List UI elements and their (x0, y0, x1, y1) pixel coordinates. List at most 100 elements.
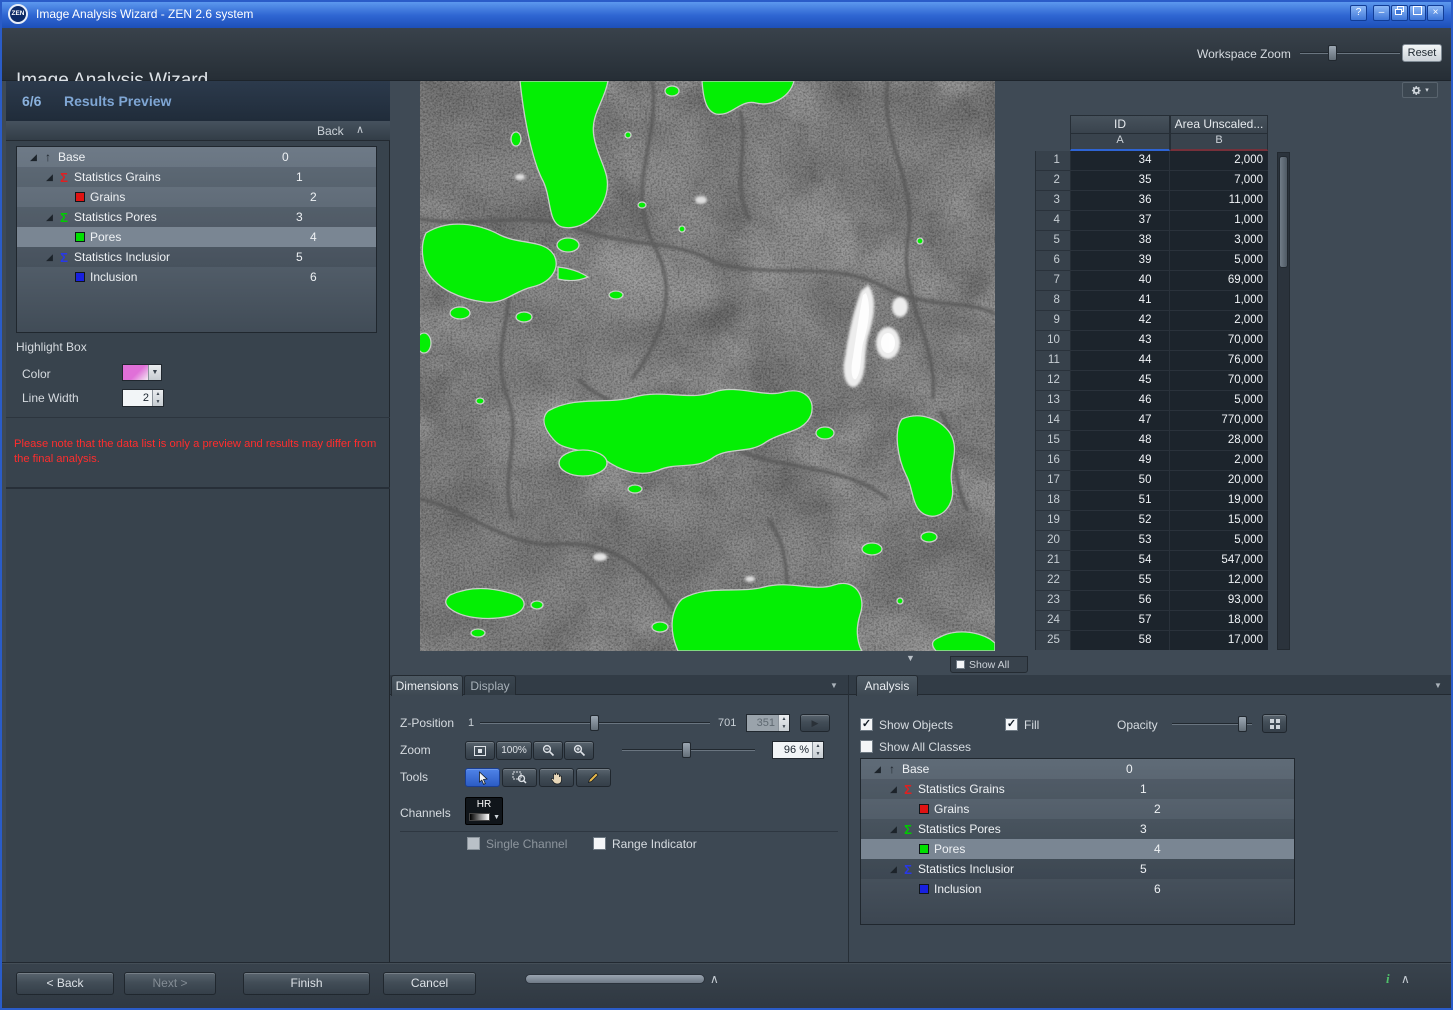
range-indicator-checkbox[interactable] (593, 837, 606, 850)
show-all-classes-checkbox[interactable] (860, 740, 873, 753)
z-play-button[interactable]: ▶ (800, 714, 830, 732)
result-row[interactable]: 2357,000 (1036, 171, 1268, 191)
chevron-down-icon[interactable]: ▼ (148, 365, 161, 380)
column-header-id[interactable]: ID (1070, 115, 1170, 134)
result-row[interactable]: 175020,000 (1036, 471, 1268, 491)
result-row[interactable]: 9422,000 (1036, 311, 1268, 331)
result-row[interactable]: 185119,000 (1036, 491, 1268, 511)
tree-expander-icon[interactable]: ◢ (887, 784, 900, 795)
spinner-up-icon[interactable]: ▲ (813, 742, 823, 750)
result-row[interactable]: 74069,000 (1036, 271, 1268, 291)
opacity-slider[interactable] (1172, 716, 1252, 731)
class-tree-item-statistics-pores[interactable]: ◢ΣStatistics Pores3 (17, 207, 376, 227)
show-all-toggle[interactable]: Show All (950, 656, 1028, 673)
tool-zoom-region-button[interactable] (502, 768, 537, 787)
result-row[interactable]: 5383,000 (1036, 231, 1268, 251)
image-panel-collapse-icon[interactable]: ▼ (906, 653, 915, 663)
highlight-color-picker[interactable]: ▼ (122, 364, 162, 381)
back-section-bar[interactable]: Back ∧ (6, 121, 390, 141)
spinner-arrows[interactable]: ▲▼ (152, 390, 163, 406)
panel-resize-handle[interactable] (525, 974, 705, 984)
results-table-body[interactable]: 1342,0002357,00033611,0004371,0005383,00… (1035, 151, 1268, 650)
result-row[interactable]: 4371,000 (1036, 211, 1268, 231)
spinner-down-icon[interactable]: ▼ (153, 398, 163, 406)
spinner-arrows[interactable]: ▲▼ (778, 715, 789, 731)
spinner-up-icon[interactable]: ▲ (779, 715, 789, 723)
chevron-down-icon[interactable]: ▼ (493, 814, 500, 821)
class-tree-item-base[interactable]: ◢↑Base0 (861, 759, 1294, 779)
class-tree-item-grains[interactable]: Grains2 (861, 799, 1294, 819)
spinner-arrows[interactable]: ▲▼ (812, 742, 823, 758)
tree-expander-icon[interactable]: ◢ (887, 824, 900, 835)
result-row[interactable]: 154828,000 (1036, 431, 1268, 451)
tab-analysis[interactable]: Analysis (856, 675, 918, 696)
class-tree-item-statistics-grains[interactable]: ◢ΣStatistics Grains1 (861, 779, 1294, 799)
tree-expander-icon[interactable]: ◢ (27, 152, 40, 163)
zoom-100-button[interactable]: 100% (496, 741, 532, 760)
result-row[interactable]: 33611,000 (1036, 191, 1268, 211)
tab-dimensions[interactable]: Dimensions (391, 675, 463, 696)
zoom-spinner[interactable]: 96 % ▲▼ (772, 741, 824, 759)
panel-menu-icon[interactable]: ▼ (830, 681, 838, 690)
result-row[interactable]: 1342,000 (1036, 151, 1268, 171)
result-row[interactable]: 1447770,000 (1036, 411, 1268, 431)
tree-expander-icon[interactable]: ◢ (43, 212, 56, 223)
fill-checkbox[interactable]: ✓ (1005, 718, 1018, 731)
expand-panel-icon[interactable]: ∧ (710, 972, 719, 986)
z-position-slider[interactable] (480, 715, 710, 731)
opacity-preview-button[interactable] (1262, 714, 1287, 733)
class-tree-item-statistics-pores[interactable]: ◢ΣStatistics Pores3 (861, 819, 1294, 839)
table-scrollbar[interactable] (1277, 152, 1290, 650)
result-row[interactable]: 2154547,000 (1036, 551, 1268, 571)
workspace-zoom-reset-button[interactable]: Reset (1402, 44, 1442, 62)
class-tree-item-pores[interactable]: Pores4 (861, 839, 1294, 859)
result-row[interactable]: 235693,000 (1036, 591, 1268, 611)
scrollbar-thumb[interactable] (1279, 156, 1288, 268)
result-row[interactable]: 16492,000 (1036, 451, 1268, 471)
class-tree-item-grains[interactable]: Grains2 (17, 187, 376, 207)
workspace-zoom-slider[interactable] (1300, 46, 1400, 60)
next-button[interactable]: Next > (124, 972, 216, 995)
class-tree-item-statistics-inclusior[interactable]: ◢ΣStatistics Inclusior5 (861, 859, 1294, 879)
collapse-chevron-icon[interactable]: ∧ (356, 123, 364, 136)
result-row[interactable]: 6395,000 (1036, 251, 1268, 271)
class-tree-item-statistics-grains[interactable]: ◢ΣStatistics Grains1 (17, 167, 376, 187)
show-objects-checkbox[interactable]: ✓ (860, 718, 873, 731)
tool-measure-button[interactable] (576, 768, 611, 787)
tree-expander-icon[interactable]: ◢ (43, 172, 56, 183)
line-width-spinner[interactable]: 2 ▲▼ (122, 389, 164, 407)
spinner-up-icon[interactable]: ▲ (153, 390, 163, 398)
zoom-in-button[interactable] (564, 741, 594, 760)
tab-display[interactable]: Display (464, 675, 516, 695)
class-tree-item-base[interactable]: ◢↑Base0 (17, 147, 376, 167)
specimen-image[interactable] (420, 81, 995, 651)
back-button[interactable]: < Back (16, 972, 114, 995)
column-header-area[interactable]: Area Unscaled... (1170, 115, 1268, 134)
table-settings-button[interactable]: ▾ (1402, 82, 1438, 98)
panel-menu-icon[interactable]: ▼ (1434, 681, 1442, 690)
class-tree-item-inclusion[interactable]: Inclusion6 (861, 879, 1294, 899)
result-row[interactable]: 114476,000 (1036, 351, 1268, 371)
result-row[interactable]: 20535,000 (1036, 531, 1268, 551)
class-tree-item-pores[interactable]: Pores4 (17, 227, 376, 247)
z-position-spinner[interactable]: 351 ▲▼ (746, 714, 790, 732)
tool-pan-hand-button[interactable] (539, 768, 574, 787)
restore-button[interactable] (1391, 5, 1408, 21)
channel-hr-button[interactable]: HR ▼ (465, 797, 503, 825)
tree-expander-icon[interactable]: ◢ (43, 252, 56, 263)
close-button[interactable]: × (1427, 5, 1444, 21)
zoom-fit-button[interactable] (465, 741, 495, 760)
result-row[interactable]: 124570,000 (1036, 371, 1268, 391)
result-row[interactable]: 255817,000 (1036, 631, 1268, 650)
result-row[interactable]: 13465,000 (1036, 391, 1268, 411)
result-row[interactable]: 104370,000 (1036, 331, 1268, 351)
result-row[interactable]: 195215,000 (1036, 511, 1268, 531)
tool-cursor-button[interactable] (465, 768, 500, 787)
subcolumn-header-a[interactable]: A (1070, 134, 1170, 151)
zoom-out-button[interactable] (533, 741, 563, 760)
cancel-button[interactable]: Cancel (383, 972, 476, 995)
result-row[interactable]: 8411,000 (1036, 291, 1268, 311)
info-expand-icon[interactable]: ∧ (1401, 972, 1410, 986)
class-tree-item-inclusion[interactable]: Inclusion6 (17, 267, 376, 287)
spinner-down-icon[interactable]: ▼ (813, 750, 823, 758)
